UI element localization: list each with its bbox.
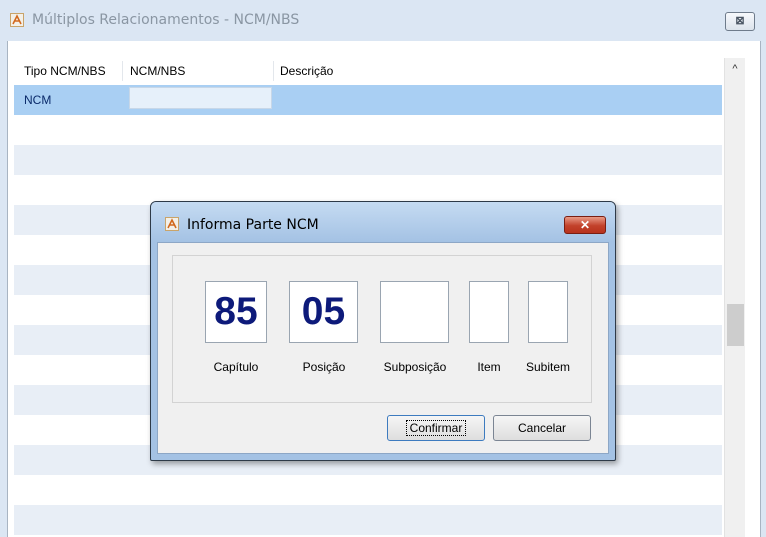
informa-parte-ncm-dialog: Informa Parte NCM ✕ 85 05 Capítulo Posiç… xyxy=(150,201,616,461)
item-field[interactable] xyxy=(469,281,509,343)
confirm-button[interactable]: Confirmar xyxy=(387,415,485,441)
dialog-close-button[interactable]: ✕ xyxy=(564,216,606,234)
posicao-field[interactable]: 05 xyxy=(289,281,358,343)
confirm-button-label: Confirmar xyxy=(405,420,467,436)
window-titlebar: Múltiplos Relacionamentos - NCM/NBS ⊠ xyxy=(0,0,766,40)
column-header-tipo[interactable]: Tipo NCM/NBS xyxy=(24,64,106,78)
capitulo-field[interactable]: 85 xyxy=(205,281,267,343)
scroll-up-arrow-icon[interactable]: ^ xyxy=(725,58,745,80)
dialog-title: Informa Parte NCM xyxy=(187,217,319,233)
scrollbar-thumb[interactable] xyxy=(727,304,744,346)
main-window: Múltiplos Relacionamentos - NCM/NBS ⊠ Ti… xyxy=(0,0,766,537)
vertical-scrollbar[interactable]: ^ xyxy=(724,58,745,537)
cancel-button[interactable]: Cancelar xyxy=(493,415,591,441)
posicao-label: Posição xyxy=(302,360,346,374)
cell-ncm-nbs-editor[interactable] xyxy=(129,87,272,109)
subitem-field[interactable] xyxy=(528,281,568,343)
subposicao-field[interactable] xyxy=(380,281,449,343)
grid-header: Tipo NCM/NBS NCM/NBS Descrição xyxy=(14,58,722,86)
app-logo-icon xyxy=(10,13,24,27)
app-logo-icon xyxy=(165,217,179,231)
cell-tipo: NCM xyxy=(24,93,52,107)
column-separator[interactable] xyxy=(273,61,274,81)
column-separator[interactable] xyxy=(122,61,123,81)
subposicao-label: Subposição xyxy=(383,360,447,374)
item-label: Item xyxy=(477,360,501,374)
table-row-empty xyxy=(14,475,722,505)
subitem-label: Subitem xyxy=(525,360,571,374)
capitulo-label: Capítulo xyxy=(213,360,259,374)
dialog-titlebar[interactable]: Informa Parte NCM ✕ xyxy=(151,202,615,242)
column-header-descricao[interactable]: Descrição xyxy=(280,64,333,78)
window-title: Múltiplos Relacionamentos - NCM/NBS xyxy=(32,12,300,28)
table-row-empty xyxy=(14,145,722,175)
table-row-empty xyxy=(14,115,722,145)
table-row-empty xyxy=(14,505,722,535)
window-close-button[interactable]: ⊠ xyxy=(725,12,755,31)
table-row[interactable]: NCM xyxy=(14,85,722,115)
dialog-body: 85 05 Capítulo Posição Subposição Item S… xyxy=(157,242,609,454)
column-header-ncm-nbs[interactable]: NCM/NBS xyxy=(130,64,185,78)
ncm-parts-group: 85 05 Capítulo Posição Subposição Item S… xyxy=(172,255,592,403)
